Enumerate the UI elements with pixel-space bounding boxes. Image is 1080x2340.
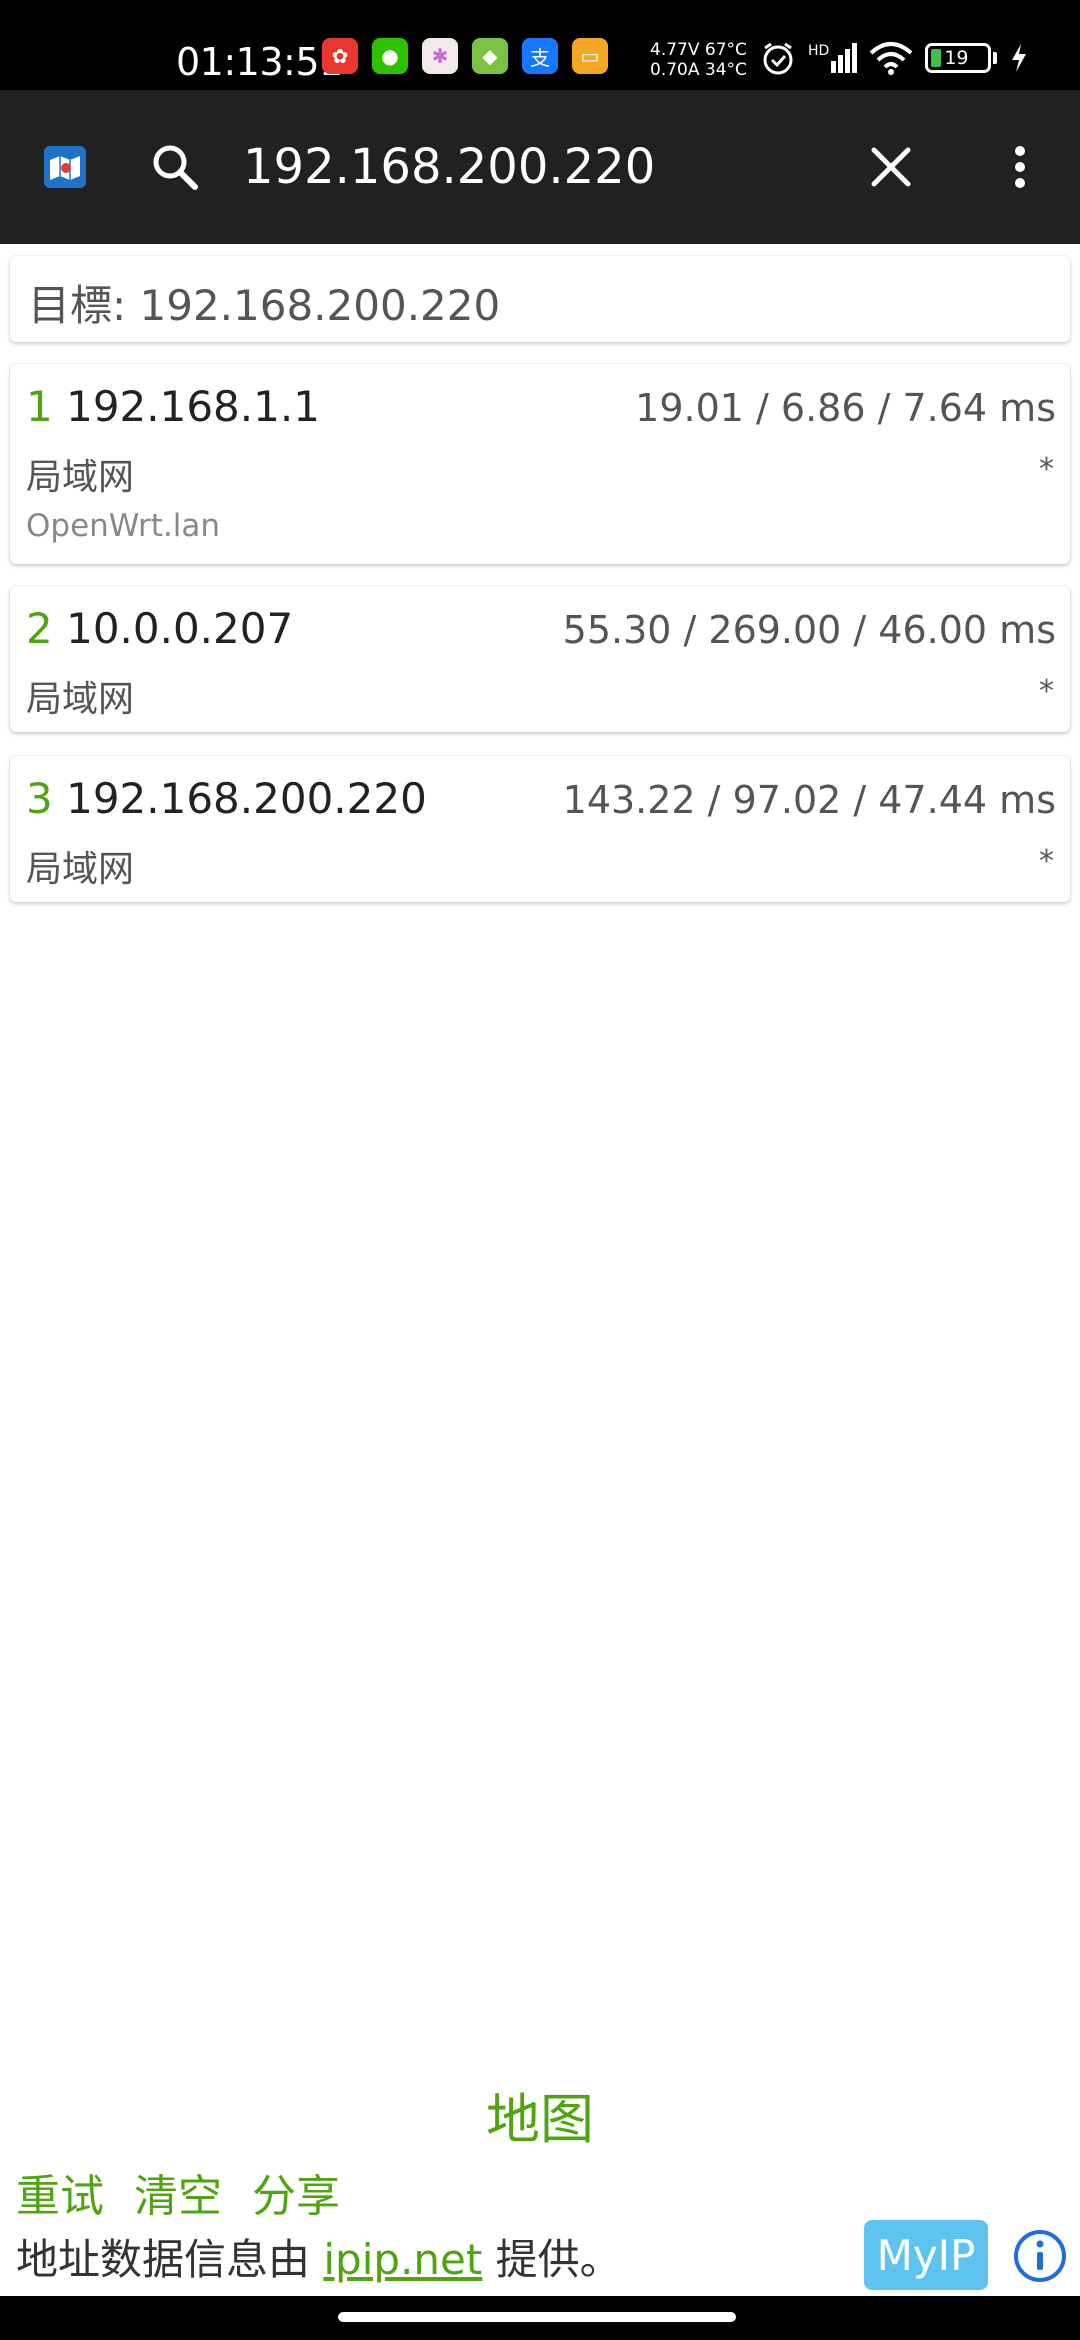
- hop-ip: 192.168.1.1: [66, 382, 320, 431]
- hop-title: 1 192.168.1.1: [26, 382, 320, 431]
- clear-link[interactable]: 清空: [134, 2160, 222, 2224]
- system-icons: HD 19: [760, 40, 1029, 76]
- gesture-nav-bar: [0, 2296, 1080, 2340]
- temp1-text: 67°C: [704, 40, 747, 60]
- share-link[interactable]: 分享: [252, 2160, 340, 2224]
- search-input[interactable]: 192.168.200.220: [243, 132, 655, 202]
- hop-hostname: OpenWrt.lan: [26, 508, 221, 544]
- status-time: 01:13:51: [176, 40, 343, 84]
- app-toolbar: 192.168.200.220: [0, 90, 1080, 244]
- hd-label: HD: [808, 43, 830, 59]
- battery-level: 19: [944, 47, 969, 69]
- hop-location: 局域网: [26, 849, 135, 890]
- alipay-icon: 支: [522, 38, 558, 74]
- voltage-text: 4.77V: [650, 40, 700, 60]
- hop-location: 局域网: [26, 679, 135, 720]
- hop-times: 55.30 / 269.00 / 46.00 ms: [562, 608, 1056, 652]
- target-card: 目標: 192.168.200.220: [10, 256, 1070, 342]
- home-indicator[interactable]: [338, 2312, 736, 2322]
- hop-card[interactable]: 1 192.168.1.1 19.01 / 6.86 / 7.64 ms 局域网…: [10, 364, 1070, 564]
- myip-button[interactable]: MyIP: [864, 2220, 988, 2290]
- hop-asn: *: [1039, 452, 1054, 487]
- action-bar: 重试 清空 分享: [16, 2160, 340, 2224]
- hop-times: 143.22 / 97.02 / 47.44 ms: [562, 778, 1056, 822]
- search-icon[interactable]: [150, 142, 200, 192]
- ipip-link[interactable]: ipip.net: [323, 2235, 482, 2284]
- shopping-app-icon: ✿: [322, 38, 358, 74]
- hop-card[interactable]: 3 192.168.200.220 143.22 / 97.02 / 47.44…: [10, 756, 1070, 902]
- battery-icon: 19: [925, 43, 998, 73]
- provider-prefix: 地址数据信息由: [16, 2235, 324, 2284]
- flower-app-icon: ✱: [422, 38, 458, 74]
- hop-card[interactable]: 2 10.0.0.207 55.30 / 269.00 / 46.00 ms 局…: [10, 586, 1070, 732]
- notification-icons: ✿ ● ✱ ◆ 支 ▭: [322, 38, 608, 74]
- hop-asn: *: [1039, 674, 1054, 709]
- more-menu-icon[interactable]: [1000, 142, 1040, 192]
- signal-icon: HD: [808, 43, 858, 73]
- provider-credit: 地址数据信息由 ipip.net 提供。: [16, 2226, 622, 2287]
- wifi-icon: [869, 42, 913, 75]
- hop-title: 3 192.168.200.220: [26, 774, 427, 823]
- map-link[interactable]: 地图: [0, 2075, 1080, 2154]
- hop-location: 局域网: [26, 457, 135, 498]
- app-logo-icon[interactable]: [44, 146, 86, 188]
- temp2-text: 34°C: [704, 60, 747, 80]
- hop-number: 3: [26, 774, 53, 823]
- target-label: 目標: 192.168.200.220: [28, 281, 501, 330]
- hop-ip: 10.0.0.207: [66, 604, 294, 653]
- status-bar: 01:13:51 ✿ ● ✱ ◆ 支 ▭ 4.77V 67°C 0.70A 34…: [0, 0, 1080, 90]
- hop-number: 2: [26, 604, 53, 653]
- info-icon[interactable]: [1012, 2228, 1068, 2284]
- power-readout: 4.77V 67°C 0.70A 34°C: [650, 40, 747, 80]
- hop-title: 2 10.0.0.207: [26, 604, 293, 653]
- alarm-icon: [763, 42, 793, 75]
- current-text: 0.70A: [650, 60, 700, 80]
- provider-suffix: 提供。: [482, 2235, 622, 2284]
- wechat-icon: ●: [372, 38, 408, 74]
- retry-link[interactable]: 重试: [16, 2160, 104, 2224]
- notes-app-icon: ▭: [572, 38, 608, 74]
- hop-times: 19.01 / 6.86 / 7.64 ms: [635, 386, 1056, 430]
- hop-asn: *: [1039, 844, 1054, 879]
- charging-icon: [1012, 44, 1027, 72]
- close-icon[interactable]: [866, 142, 916, 192]
- hop-number: 1: [26, 382, 53, 431]
- leaf-app-icon: ◆: [472, 38, 508, 74]
- hop-ip: 192.168.200.220: [66, 774, 427, 823]
